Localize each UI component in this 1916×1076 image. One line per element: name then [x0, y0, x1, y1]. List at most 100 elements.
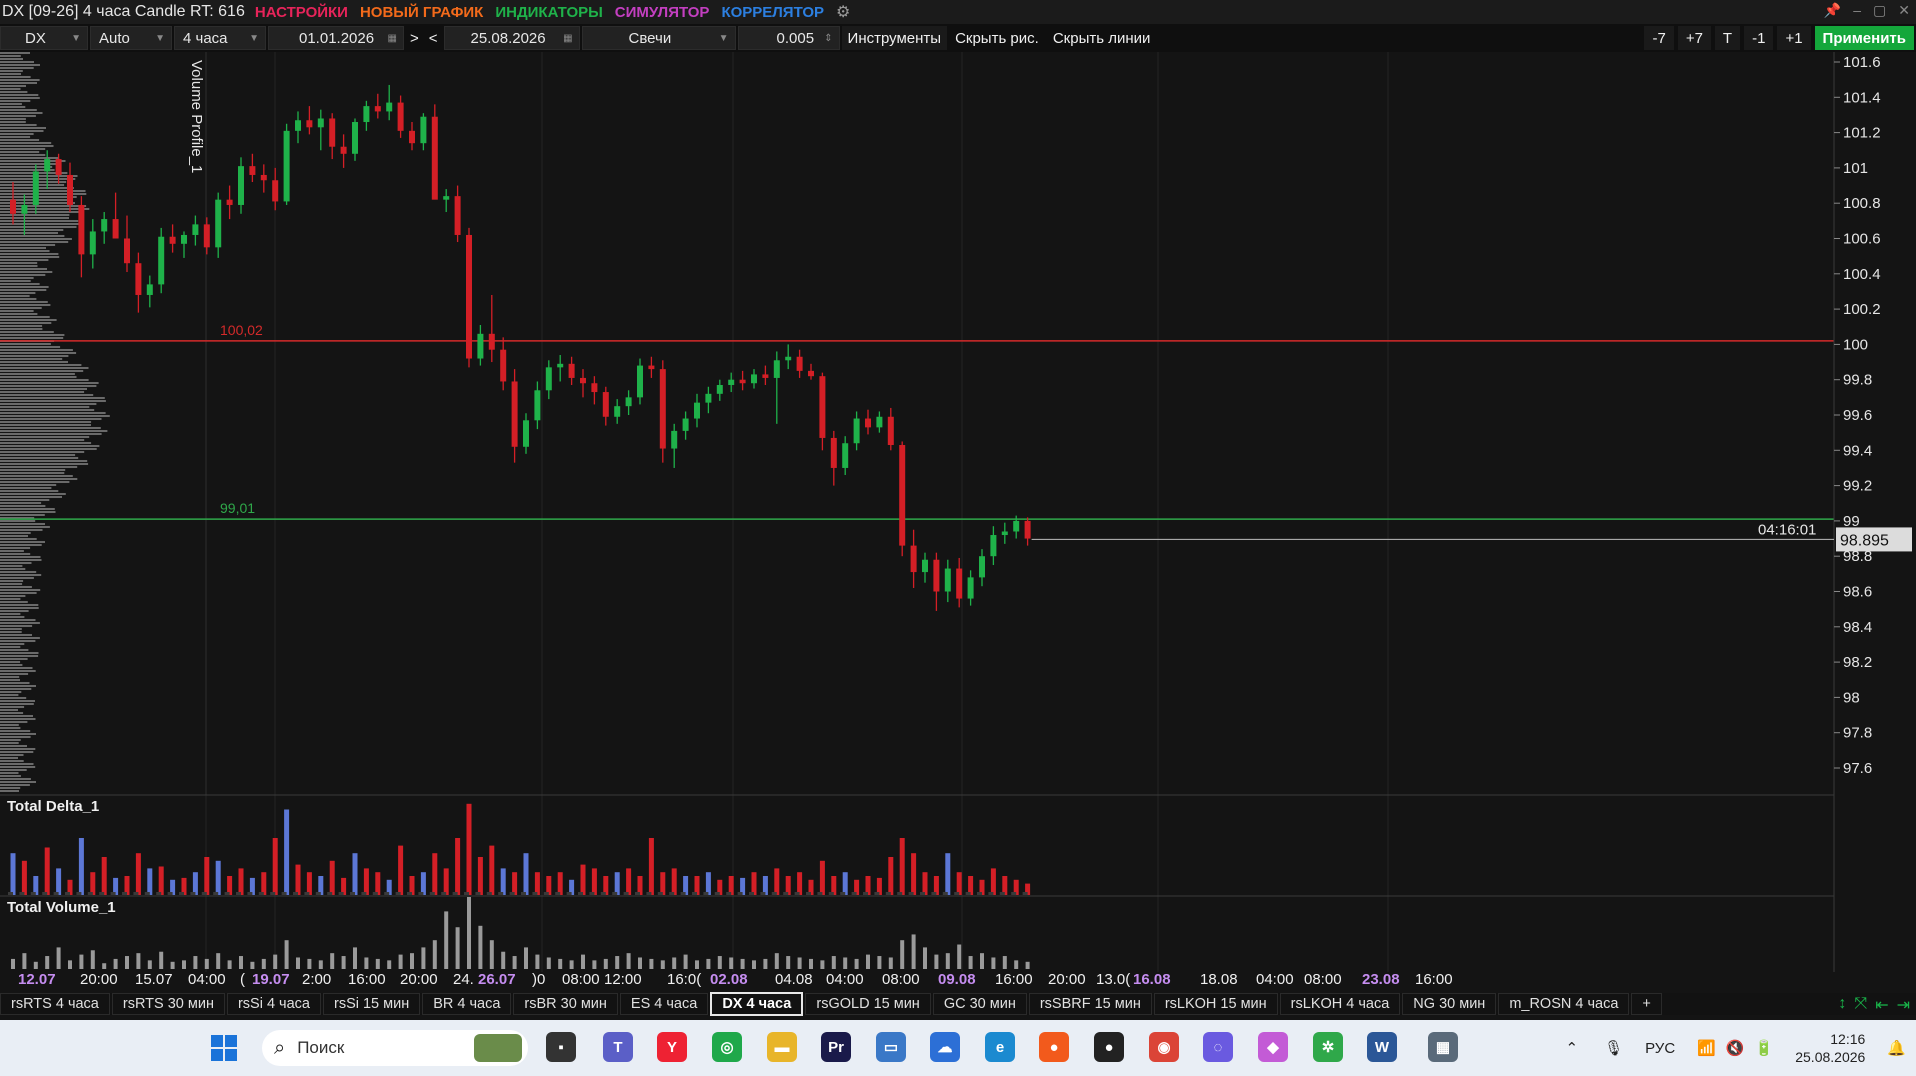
volume-bar — [102, 963, 107, 969]
teams-icon[interactable]: T — [603, 1032, 633, 1062]
candle-body — [557, 363, 564, 368]
vertical-fit-icon[interactable]: ↕ — [1838, 995, 1846, 1015]
microphone-icon[interactable]: 🎙 — [1604, 1039, 1623, 1057]
next-button[interactable]: > — [406, 26, 423, 50]
date-from-input[interactable]: 01.01.2026 ▦ — [268, 26, 404, 50]
step-input[interactable]: 0.005 ⇕ — [737, 26, 840, 50]
tab-dx-4h[interactable]: DX 4 часа — [710, 992, 804, 1016]
symbol-select[interactable]: DX ▼ — [0, 26, 88, 50]
calendar-icon[interactable]: ▦ — [388, 33, 397, 44]
file-explorer-icon[interactable]: ▪ — [546, 1032, 576, 1062]
tab-rslkoh-4h[interactable]: rsLKOH 4 часа — [1279, 993, 1401, 1015]
scroll-right-icon[interactable]: ⇥ — [1897, 995, 1910, 1015]
minus-1-button[interactable]: -1 — [1744, 26, 1774, 50]
yandex-browser-icon[interactable]: Y — [657, 1032, 687, 1062]
delta-bar — [306, 872, 312, 895]
chrome-icon[interactable]: ◉ — [1149, 1032, 1179, 1062]
apply-button[interactable]: Применить — [1814, 26, 1914, 50]
date-to-input[interactable]: 25.08.2026 ▦ — [443, 26, 580, 50]
volume-profile-bar — [0, 376, 77, 378]
volume-profile-bar — [0, 127, 46, 129]
shape-app-icon[interactable]: ◆ — [1258, 1032, 1288, 1062]
plus-1-button[interactable]: +1 — [1777, 26, 1811, 50]
volume-profile-bar — [0, 700, 35, 702]
folder-icon[interactable]: ▬ — [767, 1032, 797, 1062]
calculator-icon[interactable]: ▦ — [1428, 1032, 1458, 1062]
notifications-icon[interactable]: 🔔 — [1887, 1039, 1906, 1057]
pin-icon[interactable]: 📌 — [1824, 2, 1841, 19]
volume-profile-bar — [0, 601, 28, 603]
cloud-app-icon[interactable]: ☁ — [930, 1032, 960, 1062]
delta-bar — [945, 853, 951, 895]
word-icon[interactable]: W — [1367, 1032, 1397, 1062]
plus-7-button[interactable]: +7 — [1677, 26, 1711, 50]
tab-es-4h[interactable]: ES 4 часа — [619, 993, 709, 1015]
volume-bar — [558, 958, 563, 969]
clock[interactable]: 12:16 25.08.2026 — [1795, 1030, 1865, 1066]
t-button[interactable]: T — [1714, 26, 1741, 50]
tools-button[interactable]: Инструменты — [841, 26, 948, 50]
edge-icon[interactable]: e — [985, 1032, 1015, 1062]
tab-ng-30m[interactable]: NG 30 мин — [1402, 993, 1497, 1015]
firefox-icon[interactable]: ● — [1039, 1032, 1069, 1062]
volume-profile-bar — [0, 244, 56, 246]
menu-correlator[interactable]: КОРРЕЛЯТОР — [721, 4, 824, 21]
menu-settings[interactable]: НАСТРОЙКИ — [255, 4, 348, 21]
menu-indicators[interactable]: ИНДИКАТОРЫ — [495, 4, 602, 21]
volume-bar — [843, 957, 848, 969]
stepper-icon[interactable]: ⇕ — [824, 33, 832, 44]
volume-bar — [421, 947, 426, 969]
tab-rsbr-30m[interactable]: rsBR 30 мин — [513, 993, 618, 1015]
tab-rsrts-30m[interactable]: rsRTS 30 мин — [111, 993, 225, 1015]
tab-rslkoh-15m[interactable]: rsLKOH 15 мин — [1153, 993, 1278, 1015]
settings-gear-icon[interactable]: ✲ — [1313, 1032, 1343, 1062]
close-icon[interactable]: ✕ — [1898, 2, 1910, 19]
menu-simulator[interactable]: СИМУЛЯТОР — [615, 4, 710, 21]
volume-profile-bar — [0, 667, 33, 669]
minus-7-button[interactable]: -7 — [1644, 26, 1674, 50]
tab-rssi-4h[interactable]: rsSi 4 часа — [226, 993, 321, 1015]
volume-profile-bar — [0, 472, 65, 474]
obs-icon[interactable]: ● — [1094, 1032, 1124, 1062]
chevron-up-icon[interactable]: ⌃ — [1566, 1039, 1579, 1057]
taskbar-search[interactable]: ⌕ Поиск — [262, 1030, 528, 1066]
volume-profile-bar — [0, 571, 37, 573]
tab-rsrts-4h[interactable]: rsRTS 4 часа — [0, 993, 110, 1015]
fit-all-icon[interactable]: ⤧ — [1854, 995, 1867, 1015]
tab-m-rosn-4h[interactable]: m_ROSN 4 часа — [1498, 993, 1630, 1015]
tab-gc-30m[interactable]: GC 30 мин — [932, 993, 1027, 1015]
green-circle-app-icon[interactable]: ◎ — [712, 1032, 742, 1062]
volume-muted-icon[interactable]: 🔇 — [1726, 1039, 1745, 1057]
windows-start-icon[interactable] — [210, 1034, 238, 1062]
delta-bar — [591, 868, 597, 895]
tab-rssbrf-15m[interactable]: rsSBRF 15 мин — [1028, 993, 1152, 1015]
volume-profile-bar — [0, 655, 39, 657]
maximize-icon[interactable]: ▢ — [1873, 2, 1886, 19]
tab-br-4h[interactable]: BR 4 часа — [422, 993, 512, 1015]
language-indicator[interactable]: РУС — [1645, 1040, 1675, 1057]
hide-lines-button[interactable]: Скрыть линии — [1047, 26, 1157, 50]
minimize-icon[interactable]: – — [1853, 2, 1861, 19]
messenger-icon[interactable]: ◌ — [1203, 1032, 1233, 1062]
delta-base-tick — [247, 892, 253, 895]
tab-rssi-15m[interactable]: rsSi 15 мин — [322, 993, 421, 1015]
volume-profile-bar — [0, 751, 34, 753]
timeframe-select[interactable]: 4 часа ▼ — [174, 26, 266, 50]
price-chart[interactable]: Volume Profile_1 100,0299,01 101.6101.41… — [0, 52, 1916, 993]
premiere-icon[interactable]: Pr — [821, 1032, 851, 1062]
prev-button[interactable]: < — [425, 26, 442, 50]
monitor-app-icon[interactable]: ▭ — [876, 1032, 906, 1062]
calendar-icon[interactable]: ▦ — [563, 33, 572, 44]
scroll-left-icon[interactable]: ⇤ — [1875, 995, 1888, 1015]
delta-bar — [466, 803, 472, 895]
wifi-icon[interactable]: 📶 — [1697, 1039, 1716, 1057]
chart-type-select[interactable]: Свечи ▼ — [581, 26, 736, 50]
tab-rsgold-15m[interactable]: rsGOLD 15 мин — [805, 993, 931, 1015]
scale-select[interactable]: Auto ▼ — [90, 26, 172, 50]
battery-icon[interactable]: 🔋 — [1755, 1039, 1774, 1057]
menu-new-chart[interactable]: НОВЫЙ ГРАФИК — [360, 4, 483, 21]
add-tab-button[interactable]: + — [1631, 993, 1662, 1015]
gears-icon[interactable]: ⚙ — [836, 2, 850, 22]
volume-profile-bar — [0, 784, 30, 786]
hide-drawings-button[interactable]: Скрыть рис. — [949, 26, 1045, 50]
